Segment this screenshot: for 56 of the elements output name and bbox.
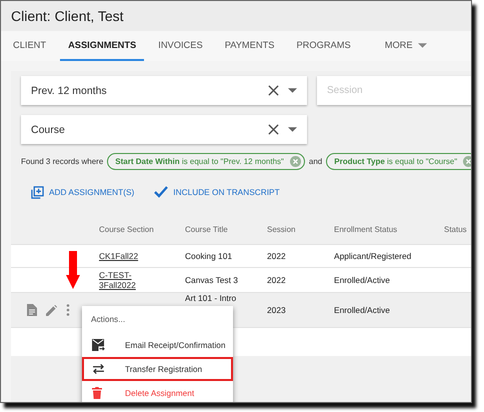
table-cell: Enrolled/Active — [334, 275, 390, 285]
remove-icon[interactable] — [463, 156, 471, 167]
filter-chip[interactable]: Product Type is equal to "Course" — [326, 153, 471, 170]
field-placeholder: Session — [327, 85, 363, 96]
menu-item[interactable]: Email Receipt/Confirmation — [82, 333, 233, 357]
filter-chip[interactable]: Start Date Within is equal to "Prev. 12 months" — [107, 153, 305, 170]
down-arrow-icon — [66, 251, 80, 289]
field-value: Prev. 12 months — [31, 84, 108, 96]
toolbar-button[interactable]: ADD ASSIGNMENT(S) — [31, 180, 134, 204]
column-header[interactable]: Course Title — [185, 224, 267, 234]
chip-label: Start Date Within is equal to "Prev. 12 months" — [115, 157, 284, 166]
connector-text: and — [308, 157, 322, 166]
tab[interactable]: INVOICES — [150, 31, 211, 61]
caret-icon — [418, 42, 427, 48]
remove-icon[interactable] — [290, 156, 301, 167]
email-icon — [92, 339, 105, 351]
tab[interactable]: PAYMENTS — [216, 31, 282, 61]
dropdown-field[interactable]: Prev. 12 months — [21, 76, 307, 105]
column-header[interactable]: Enrollment Status — [334, 224, 444, 234]
section-link[interactable]: CK1Fall22 — [99, 251, 138, 261]
caret-icon — [288, 88, 297, 93]
column-header[interactable]: Session — [267, 224, 334, 234]
clear-icon[interactable] — [268, 85, 279, 96]
table-cell: Canvas Test 3 — [185, 275, 238, 285]
window-title: Client: Client, Test — [11, 8, 124, 24]
column-header[interactable]: Status — [444, 224, 471, 234]
menu-title: Actions... — [90, 313, 126, 326]
add-icon — [31, 186, 44, 198]
pencil-icon[interactable] — [46, 304, 57, 316]
toolbar-button[interactable]: INCLUDE ON TRANSCRIPT — [154, 180, 280, 204]
table-cell: 2023 — [267, 305, 286, 315]
document-icon[interactable] — [27, 304, 37, 316]
swap-icon — [92, 364, 105, 374]
tab[interactable]: PROGRAMS — [288, 31, 359, 61]
table-cell: 2022 — [267, 275, 286, 285]
clear-icon[interactable] — [268, 124, 279, 135]
more-icon[interactable] — [66, 304, 70, 316]
caret-icon — [288, 127, 297, 132]
column-header[interactable]: Course Section — [99, 224, 185, 234]
tab[interactable]: ASSIGNMENTS — [60, 31, 144, 61]
check-icon — [154, 186, 168, 198]
tab[interactable]: CLIENT — [5, 31, 54, 61]
table-cell: Art 101 - Intro — [185, 293, 236, 303]
table-cell: Applicant/Registered — [334, 251, 412, 261]
trash-icon — [92, 387, 102, 399]
chip-label: Product Type is equal to "Course" — [334, 157, 458, 166]
table-cell: Cooking 101 — [185, 251, 232, 261]
results-summary: Found 3 records where — [21, 157, 104, 166]
dropdown-field[interactable]: Course — [21, 115, 307, 144]
menu-item[interactable]: Delete Assignment — [82, 381, 233, 402]
menu-item[interactable]: Transfer Registration — [82, 357, 233, 381]
table-cell: Enrolled/Active — [334, 305, 390, 315]
table-cell: 2022 — [267, 251, 286, 261]
section-link[interactable]: C-TEST-3Fall2022 — [99, 270, 157, 290]
tab[interactable]: MORE — [376, 31, 435, 61]
field-value: Course — [31, 124, 66, 136]
